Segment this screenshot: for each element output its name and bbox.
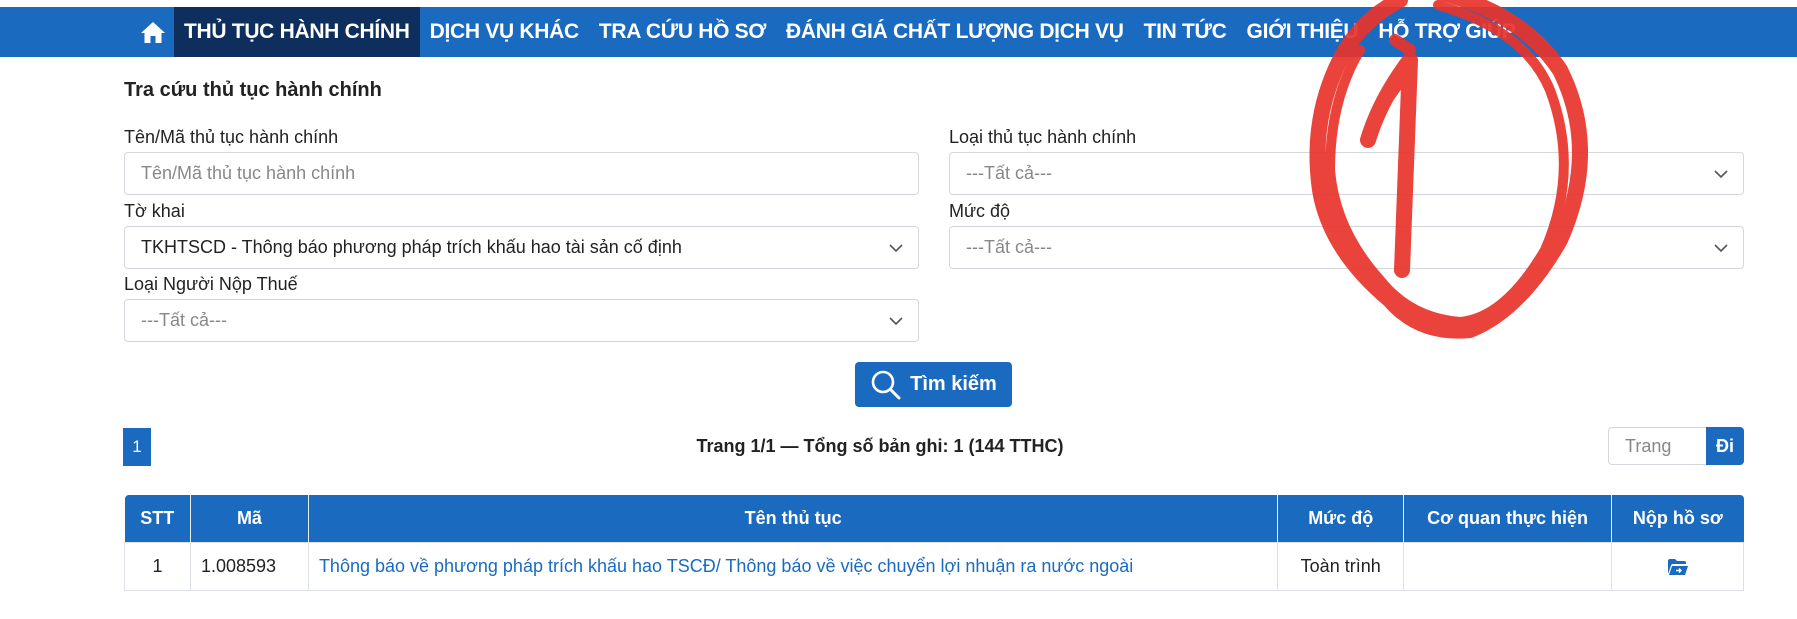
level-select[interactable]: ---Tất cả--- bbox=[949, 226, 1744, 269]
name-field[interactable] bbox=[124, 152, 919, 195]
level-field-label: Mức độ bbox=[949, 201, 1011, 221]
name-field-label: Tên/Mã thủ tục hành chính bbox=[124, 127, 339, 147]
table-header-row: STT Mã Tên thủ tục Mức độ Cơ quan thực h… bbox=[124, 495, 1744, 542]
col-header-level: Mức độ bbox=[1277, 495, 1405, 542]
col-header-name: Tên thủ tục bbox=[308, 495, 1279, 542]
nav-item-tin-tuc[interactable]: TIN TỨC bbox=[1134, 7, 1237, 57]
chevron-down-icon bbox=[889, 317, 903, 326]
cell-level: Toàn trình bbox=[1277, 541, 1405, 591]
type-select-value: ---Tất cả--- bbox=[966, 163, 1052, 183]
level-select-value: ---Tất cả--- bbox=[966, 237, 1052, 257]
col-header-stt: STT bbox=[124, 495, 191, 542]
payer-select-value: ---Tất cả--- bbox=[141, 310, 227, 330]
cell-submit bbox=[1611, 541, 1744, 591]
pagination-page-1[interactable]: 1 bbox=[123, 428, 151, 466]
col-header-agency: Cơ quan thực hiện bbox=[1403, 495, 1613, 542]
payer-select[interactable]: ---Tất cả--- bbox=[124, 299, 919, 342]
cell-stt: 1 bbox=[124, 541, 191, 591]
nav-item-danh-gia-chat-luong[interactable]: ĐÁNH GIÁ CHẤT LƯỢNG DỊCH VỤ bbox=[776, 7, 1134, 57]
form-field-label: Tờ khai bbox=[124, 201, 185, 221]
chevron-down-icon bbox=[889, 244, 903, 253]
cell-code: 1.008593 bbox=[189, 541, 309, 591]
goto-page-button[interactable]: Đi bbox=[1706, 427, 1744, 465]
table-row: 1 1.008593 Thông báo về phương pháp tríc… bbox=[124, 541, 1744, 591]
nav-item-tra-cuu-ho-so[interactable]: TRA CỨU HỒ SƠ bbox=[589, 7, 776, 57]
procedure-table: STT Mã Tên thủ tục Mức độ Cơ quan thực h… bbox=[124, 495, 1744, 591]
home-icon bbox=[141, 22, 165, 43]
form-select-value: TKHTSCD - Thông báo phương pháp trích kh… bbox=[141, 237, 682, 257]
pagination-info: Trang 1/1 — Tổng số bản ghi: 1 (144 TTHC… bbox=[696, 436, 1064, 456]
cell-agency bbox=[1403, 541, 1613, 591]
main-navbar: THỦ TỤC HÀNH CHÍNH DỊCH VỤ KHÁC TRA CỨU … bbox=[0, 7, 1797, 57]
search-button[interactable]: Tìm kiếm bbox=[855, 362, 1012, 407]
payer-field-label: Loại Người Nộp Thuế bbox=[124, 274, 298, 294]
col-header-submit: Nộp hồ sơ bbox=[1611, 495, 1744, 542]
folder-open-icon[interactable] bbox=[1667, 558, 1689, 576]
nav-item-gioi-thieu[interactable]: GIỚI THIỆU bbox=[1237, 7, 1369, 57]
nav-item-thu-tuc-hanh-chinh[interactable]: THỦ TỤC HÀNH CHÍNH bbox=[174, 7, 420, 57]
col-header-code: Mã bbox=[190, 495, 309, 542]
chevron-down-icon bbox=[1714, 244, 1728, 253]
search-button-label: Tìm kiếm bbox=[910, 373, 997, 395]
procedure-name-link[interactable]: Thông báo về phương pháp trích khấu hao … bbox=[307, 541, 1279, 591]
name-input[interactable] bbox=[141, 163, 902, 184]
home-button[interactable] bbox=[132, 7, 174, 57]
search-icon bbox=[871, 370, 901, 399]
nav-item-dich-vu-khac[interactable]: DỊCH VỤ KHÁC bbox=[420, 7, 589, 57]
chevron-down-icon bbox=[1714, 170, 1728, 179]
page-title: Tra cứu thủ tục hành chính bbox=[124, 79, 382, 101]
nav-item-ho-tro[interactable]: HỖ TRỢ GIÚP bbox=[1368, 7, 1525, 57]
type-field-label: Loại thủ tục hành chính bbox=[949, 127, 1137, 147]
type-select[interactable]: ---Tất cả--- bbox=[949, 152, 1744, 195]
goto-page-input[interactable]: Trang bbox=[1608, 427, 1706, 465]
form-select[interactable]: TKHTSCD - Thông báo phương pháp trích kh… bbox=[124, 226, 919, 269]
